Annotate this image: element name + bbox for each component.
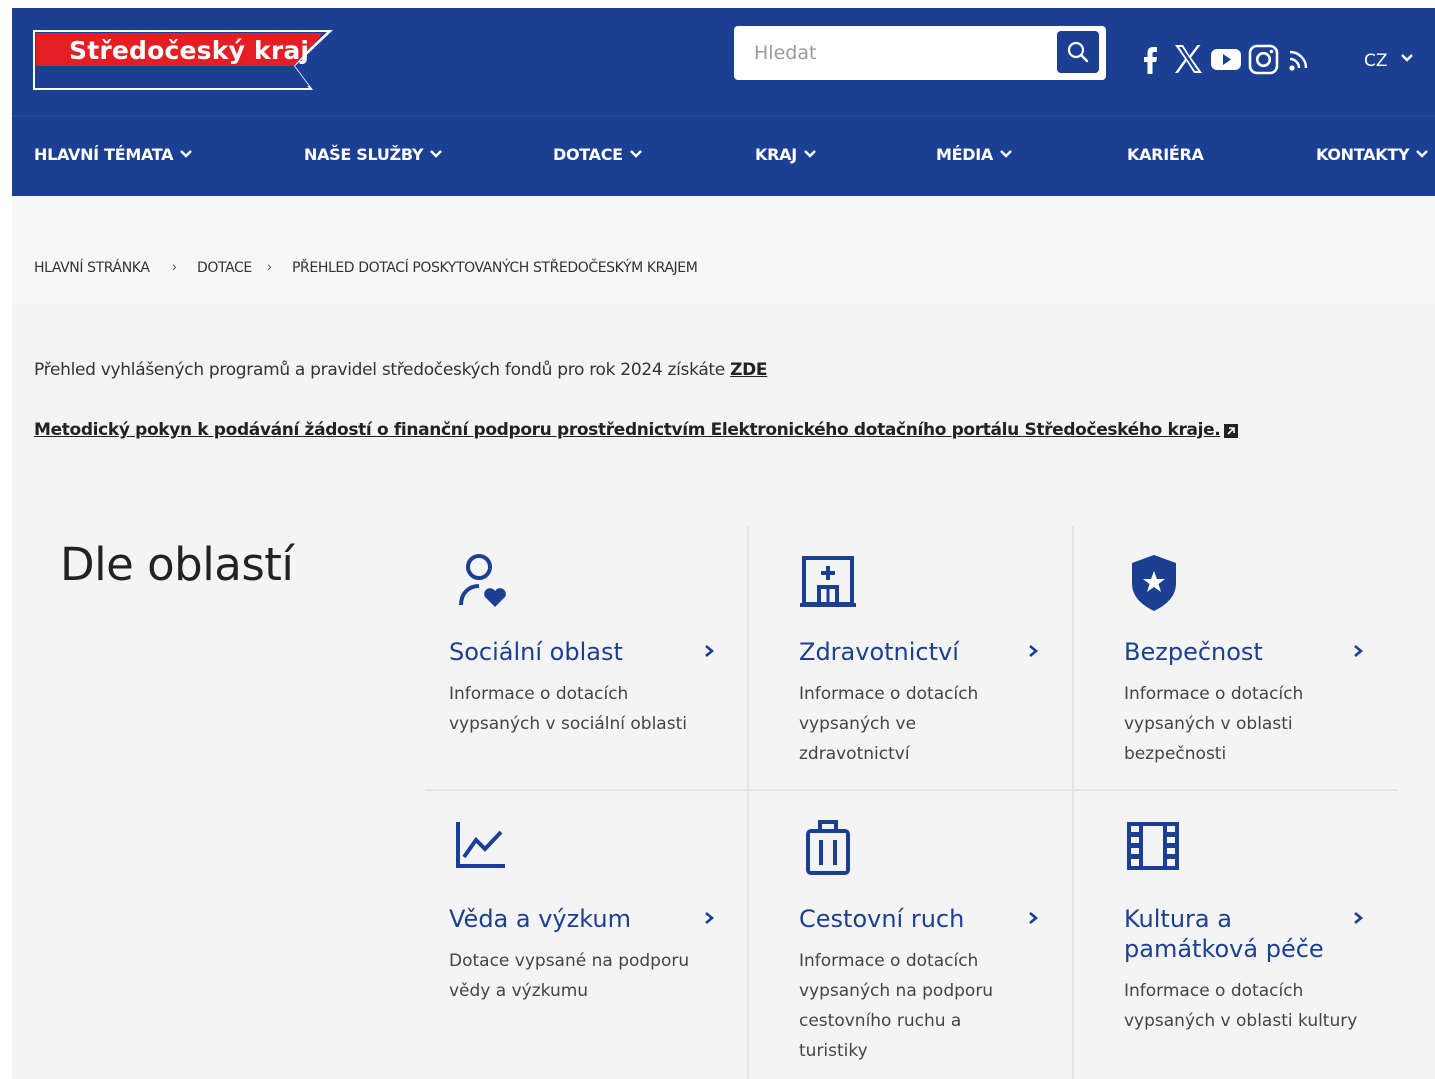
shield-star-icon bbox=[1132, 555, 1176, 611]
language-label: CZ bbox=[1364, 51, 1388, 71]
nav-item-nase-sluzby[interactable]: NAŠE SLUŽBY bbox=[304, 145, 443, 169]
logo-text: Středočeský kraj bbox=[69, 36, 310, 65]
youtube-icon[interactable] bbox=[1210, 41, 1242, 77]
card-socialni-oblast[interactable]: Sociální oblast Informace o dotacích vyp… bbox=[449, 553, 739, 753]
nav-item-dotace[interactable]: DOTACE bbox=[553, 145, 643, 169]
breadcrumb-separator: › bbox=[172, 258, 177, 274]
card-description: Informace o dotacích vypsaných ve zdravo… bbox=[799, 684, 979, 764]
card-description: Informace o dotacích vypsaných na podpor… bbox=[799, 951, 994, 1061]
card-description: Informace o dotacích vypsaných v oblasti… bbox=[1124, 981, 1358, 1031]
chevron-right-icon bbox=[1029, 645, 1039, 657]
card-title: Sociální oblast bbox=[449, 638, 623, 666]
breadcrumb-item-current: PŘEHLED DOTACÍ POSKYTOVANÝCH STŘEDOČESKÝ… bbox=[292, 260, 698, 276]
card-description: Dotace vypsané na podporu vědy a výzkumu bbox=[449, 951, 690, 1001]
card-veda-a-vyzkum[interactable]: Věda a výzkum Dotace vypsané na podporu … bbox=[449, 820, 739, 1010]
search-box bbox=[734, 26, 1106, 80]
intro-text: Přehled vyhlášených programů a pravidel … bbox=[34, 360, 768, 380]
intro-text-body: Přehled vyhlášených programů a pravidel … bbox=[34, 360, 731, 380]
chevron-down-icon bbox=[180, 150, 193, 158]
chevron-right-icon bbox=[1354, 912, 1364, 924]
film-icon bbox=[1127, 822, 1179, 870]
nav-label: KONTAKTY bbox=[1316, 145, 1410, 164]
section-title: Dle oblastí bbox=[60, 538, 294, 591]
breadcrumb: HLAVNÍ STRÁNKA › DOTACE › PŘEHLED DOTACÍ… bbox=[12, 196, 1435, 303]
card-title: Zdravotnictví bbox=[799, 638, 959, 666]
luggage-icon bbox=[806, 820, 850, 875]
nav-item-kontakty[interactable]: KONTAKTY bbox=[1316, 145, 1429, 169]
chevron-right-icon bbox=[705, 645, 715, 657]
external-document-icon bbox=[1224, 424, 1238, 438]
chevron-right-icon bbox=[1354, 645, 1364, 657]
x-icon[interactable] bbox=[1172, 41, 1204, 77]
card-description: Informace o dotacích vypsaných v sociáln… bbox=[449, 684, 687, 734]
intro-link-zde[interactable]: ZDE bbox=[730, 360, 767, 380]
page-frame: Středočeský kraj Hledat CZ HLAVNÍ TÉMATA… bbox=[12, 8, 1435, 1079]
hospital-icon bbox=[800, 556, 856, 607]
line-chart-icon bbox=[456, 822, 505, 868]
breadcrumb-separator: › bbox=[267, 258, 272, 274]
chevron-down-icon bbox=[1000, 150, 1012, 158]
grid-divider bbox=[747, 526, 749, 1079]
grid-divider bbox=[425, 789, 1398, 791]
card-title: Kultura a památková péče bbox=[1124, 905, 1324, 963]
nav-label: DOTACE bbox=[553, 145, 623, 164]
chevron-right-icon bbox=[1029, 912, 1039, 924]
person-heart-icon bbox=[459, 554, 506, 607]
nav-item-hlavni-temata[interactable]: HLAVNÍ TÉMATA bbox=[34, 145, 193, 169]
chevron-down-icon bbox=[430, 150, 443, 158]
chevron-down-icon bbox=[1401, 54, 1413, 62]
nav-label: HLAVNÍ TÉMATA bbox=[34, 145, 174, 164]
search-input[interactable] bbox=[734, 26, 1044, 80]
chevron-right-icon bbox=[705, 912, 715, 924]
methodic-guideline-link[interactable]: Metodický pokyn k podávání žádostí o fin… bbox=[34, 420, 1221, 440]
card-bezpecnost[interactable]: Bezpečnost Informace o dotacích vypsanýc… bbox=[1124, 553, 1414, 764]
card-title: Cestovní ruch bbox=[799, 905, 965, 933]
search-button[interactable] bbox=[1057, 31, 1099, 73]
chevron-down-icon bbox=[804, 150, 816, 158]
card-cestovni-ruch[interactable]: Cestovní ruch Informace o dotacích vypsa… bbox=[799, 820, 1089, 1061]
nav-item-media[interactable]: MÉDIA bbox=[936, 145, 1013, 169]
card-zdravotnictvi[interactable]: Zdravotnictví Informace o dotacích vypsa… bbox=[799, 553, 1089, 764]
nav-item-kraj[interactable]: KRAJ bbox=[755, 145, 817, 169]
chevron-down-icon bbox=[1416, 150, 1429, 158]
header-divider bbox=[12, 115, 1435, 117]
card-description: Informace o dotacích vypsaných v oblasti… bbox=[1124, 684, 1304, 764]
rss-icon[interactable] bbox=[1286, 41, 1312, 77]
nav-label: NAŠE SLUŽBY bbox=[304, 145, 424, 164]
breadcrumb-item-home[interactable]: HLAVNÍ STRÁNKA bbox=[34, 260, 150, 276]
nav-item-kariera[interactable]: KARIÉRA bbox=[1127, 145, 1204, 169]
nav-label: KRAJ bbox=[755, 145, 797, 164]
facebook-icon[interactable] bbox=[1140, 41, 1160, 77]
card-title: Věda a výzkum bbox=[449, 905, 631, 933]
nav-label: KARIÉRA bbox=[1127, 145, 1204, 164]
site-header: Středočeský kraj Hledat CZ HLAVNÍ TÉMATA… bbox=[12, 8, 1435, 196]
breadcrumb-item-dotace[interactable]: DOTACE bbox=[197, 260, 252, 276]
card-kultura[interactable]: Kultura a památková péče Informace o dot… bbox=[1124, 820, 1414, 1040]
search-icon bbox=[1067, 41, 1089, 63]
instagram-icon[interactable] bbox=[1248, 41, 1280, 77]
card-title: Bezpečnost bbox=[1124, 638, 1263, 666]
chevron-down-icon bbox=[629, 150, 642, 158]
nav-label: MÉDIA bbox=[936, 145, 993, 164]
site-logo[interactable]: Středočeský kraj bbox=[33, 30, 333, 90]
